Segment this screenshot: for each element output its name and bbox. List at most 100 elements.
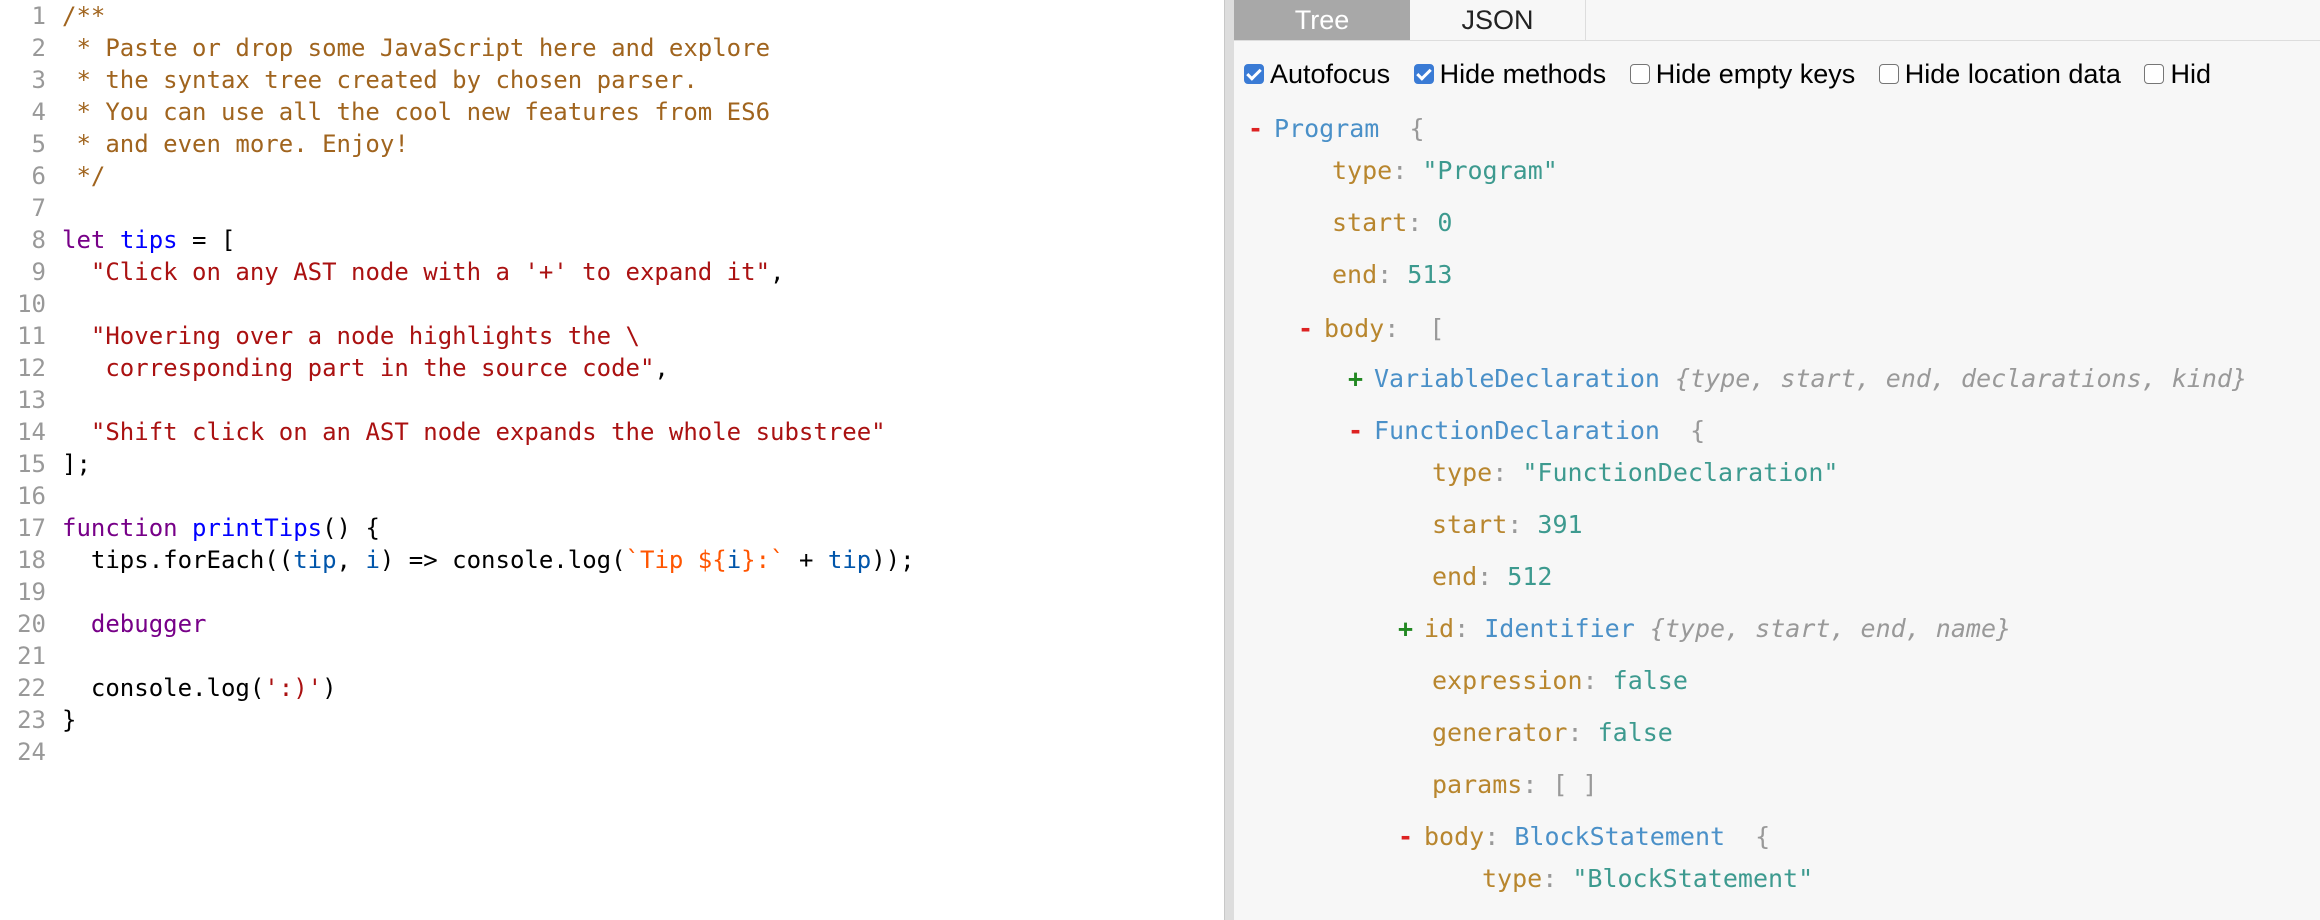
keyword-token: debugger bbox=[90, 610, 207, 638]
code-text-area[interactable]: /** * Paste or drop some JavaScript here… bbox=[62, 0, 915, 768]
property-key: end bbox=[1432, 562, 1478, 591]
variable-token: i bbox=[365, 546, 380, 574]
line-number: 12 bbox=[17, 354, 46, 382]
hide-type-keys-label: Hid bbox=[2170, 58, 2211, 89]
code-line: "Click on any AST node with a '+' to exp… bbox=[62, 256, 915, 288]
tree-property: expression: false bbox=[1432, 664, 1688, 698]
line-number: 1 bbox=[31, 2, 46, 30]
expand-toggle[interactable]: + bbox=[1348, 362, 1374, 396]
hide-location-data-option[interactable]: Hide location data bbox=[1878, 56, 2121, 92]
colon: : bbox=[1384, 314, 1400, 343]
hide-empty-keys-checkbox[interactable] bbox=[1629, 64, 1650, 84]
tree-property: start: 0 bbox=[1332, 206, 1452, 240]
collapse-toggle[interactable]: - bbox=[1348, 414, 1374, 448]
collapse-toggle[interactable]: - bbox=[1248, 112, 1274, 146]
plain-token: , bbox=[654, 354, 669, 382]
node-type-name[interactable]: FunctionDeclaration bbox=[1374, 416, 1660, 445]
hide-empty-keys-option[interactable]: Hide empty keys bbox=[1629, 56, 1855, 92]
plain-token: () { bbox=[322, 514, 380, 542]
tab-tree[interactable]: Tree bbox=[1234, 0, 1410, 40]
line-number: 7 bbox=[31, 194, 46, 222]
colon: : bbox=[1454, 614, 1470, 643]
plain-token: console.log( bbox=[62, 674, 265, 702]
comment-token: * and even more. Enjoy! bbox=[62, 130, 409, 158]
line-number: 10 bbox=[17, 290, 46, 318]
colon: : bbox=[1542, 864, 1558, 893]
code-line: function printTips() { bbox=[62, 512, 915, 544]
node-type-name[interactable]: Program bbox=[1274, 114, 1379, 143]
line-number: 14 bbox=[17, 418, 46, 446]
tree-property: end: 513 bbox=[1332, 258, 1452, 292]
code-line: * the syntax tree created by chosen pars… bbox=[62, 64, 915, 96]
colon: : bbox=[1522, 770, 1538, 799]
brace: { bbox=[1690, 416, 1706, 445]
indent-token bbox=[62, 258, 91, 286]
line-number: 16 bbox=[17, 482, 46, 510]
hide-location-data-label: Hide location data bbox=[1904, 58, 2121, 89]
property-key: body bbox=[1324, 314, 1385, 343]
bracket: [ bbox=[1429, 314, 1445, 343]
string-token: ':)' bbox=[264, 674, 323, 702]
tree-property: type: "Program" bbox=[1332, 154, 1558, 188]
hide-location-data-checkbox[interactable] bbox=[1878, 64, 1899, 84]
node-type-name[interactable]: BlockStatement bbox=[1514, 822, 1725, 851]
tree-property: generator: false bbox=[1432, 716, 1673, 750]
tree-property: start: 391 bbox=[1432, 508, 1583, 542]
string-token: "Shift click on an AST node expands the … bbox=[90, 418, 886, 446]
tree-options: Autofocus Hide methods Hide empty keys H… bbox=[1244, 56, 2227, 92]
node-type-name[interactable]: VariableDeclaration bbox=[1374, 364, 1660, 393]
comment-token: * the syntax tree created by chosen pars… bbox=[62, 66, 698, 94]
colon: : bbox=[1477, 562, 1493, 591]
hide-methods-checkbox[interactable] bbox=[1413, 64, 1434, 84]
line-number: 3 bbox=[31, 66, 46, 94]
line-number: 24 bbox=[17, 738, 46, 766]
property-key: start bbox=[1332, 208, 1408, 237]
property-key: type bbox=[1432, 458, 1493, 487]
property-key: start bbox=[1432, 510, 1508, 539]
indent-token bbox=[62, 418, 91, 446]
node-type-name[interactable]: Identifier bbox=[1484, 614, 1635, 643]
tree-node-block-statement[interactable]: - body: BlockStatement { bbox=[1398, 820, 1770, 854]
line-number: 4 bbox=[31, 98, 46, 126]
plain-token: } bbox=[62, 706, 77, 734]
autofocus-checkbox[interactable] bbox=[1244, 64, 1264, 84]
output-tabs: Tree JSON bbox=[1234, 0, 2320, 41]
tree-node-id[interactable]: + id: Identifier {type, start, end, name} bbox=[1398, 612, 2011, 646]
number-value: 0 bbox=[1437, 208, 1453, 237]
comment-token: /** bbox=[62, 2, 106, 30]
line-number: 19 bbox=[17, 578, 46, 606]
colon: : bbox=[1567, 718, 1583, 747]
expand-toggle[interactable]: + bbox=[1398, 612, 1424, 646]
comment-token: * Paste or drop some JavaScript here and… bbox=[62, 34, 771, 62]
output-panel: Tree JSON Autofocus Hide methods Hide em… bbox=[1234, 0, 2320, 920]
collapse-toggle[interactable]: - bbox=[1398, 820, 1424, 854]
hide-type-keys-option[interactable]: Hid bbox=[2144, 56, 2211, 92]
tree-node-body[interactable]: - body: [ bbox=[1298, 312, 1444, 346]
plain-token: ]; bbox=[62, 450, 91, 478]
hide-type-keys-checkbox[interactable] bbox=[2144, 64, 2165, 84]
code-editor[interactable]: 1 2 3 4 5 6 7 8 9 10 11 12 13 14 15 16 1… bbox=[0, 0, 1224, 920]
colon: : bbox=[1492, 458, 1508, 487]
tree-node-function-declaration[interactable]: - FunctionDeclaration { bbox=[1348, 414, 1705, 448]
tree-node-variable-declaration[interactable]: + VariableDeclaration {type, start, end, … bbox=[1348, 362, 2247, 396]
tree-property: type: "BlockStatement" bbox=[1482, 862, 1813, 896]
line-number: 2 bbox=[31, 34, 46, 62]
code-line: ]; bbox=[62, 448, 915, 480]
number-value: 513 bbox=[1407, 260, 1453, 289]
code-line: * Paste or drop some JavaScript here and… bbox=[62, 32, 915, 64]
autofocus-option[interactable]: Autofocus bbox=[1244, 56, 1390, 92]
plain-token: tips.forEach(( bbox=[62, 546, 294, 574]
code-line: console.log(':)') bbox=[62, 672, 915, 704]
line-number: 8 bbox=[31, 226, 46, 254]
tab-json[interactable]: JSON bbox=[1410, 0, 1586, 40]
tree-node-program[interactable]: - Program { bbox=[1248, 112, 1425, 146]
definition-token: tips bbox=[119, 226, 178, 254]
collapse-toggle[interactable]: - bbox=[1298, 312, 1324, 346]
variable-token: i bbox=[726, 546, 742, 574]
hide-methods-option[interactable]: Hide methods bbox=[1413, 56, 1606, 92]
code-line: "Shift click on an AST node expands the … bbox=[62, 416, 915, 448]
